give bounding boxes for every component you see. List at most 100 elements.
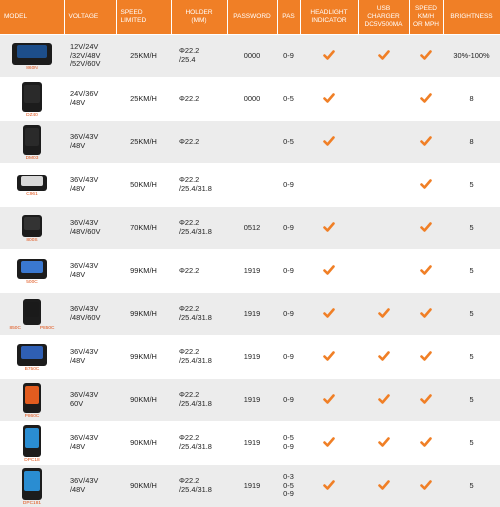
speed-limited-cell: 90KM/H (116, 465, 171, 507)
table-row: B750C36V/43V /48V99KM/HΦ22.2 /25.4/31.81… (0, 336, 500, 379)
password-cell: 1919 (227, 336, 277, 379)
display-screen (21, 261, 44, 273)
checkmark-icon (420, 178, 432, 190)
holder-cell: Φ22.2 /25.4/31.8 (171, 379, 227, 422)
speed-unit-cell (409, 379, 443, 422)
model-labels: DZ40 (0, 112, 64, 119)
pas-cell: 0-9 (277, 336, 300, 379)
model-cell: B750C (0, 336, 64, 379)
model-labels: 860N (0, 65, 64, 72)
password-cell (227, 121, 277, 164)
display-icon (23, 125, 41, 155)
table-row: DPC18136V/43V /48V90KM/HΦ22.2 /25.4/31.8… (0, 465, 500, 507)
table-row: C96136V/43V /48V50KM/HΦ22.2 /25.4/31.80-… (0, 164, 500, 207)
header-voltage: VOLTAGE (64, 0, 116, 35)
headlight-cell (300, 78, 358, 121)
display-screen (24, 217, 39, 230)
display-icon (12, 43, 52, 65)
display-icon (17, 175, 47, 191)
model-labels: C961 (0, 191, 64, 198)
display-screen (25, 386, 39, 404)
checkmark-icon (323, 264, 335, 276)
password-cell: 1919 (227, 250, 277, 293)
header-headlight: HEADLIGHT INDICATOR (300, 0, 358, 35)
checkmark-icon (323, 49, 335, 61)
holder-cell: Φ22.2 (171, 121, 227, 164)
brightness-cell: 8 (443, 78, 500, 121)
speed-limited-cell: 25KM/H (116, 121, 171, 164)
pas-cell: 0-5 0-9 (277, 422, 300, 465)
usb-charger-cell (358, 293, 409, 336)
usb-charger-cell (358, 164, 409, 207)
brightness-cell: 5 (443, 465, 500, 507)
password-cell: 1919 (227, 293, 277, 336)
pas-cell: 0-9 (277, 207, 300, 250)
display-screen (25, 302, 39, 318)
speed-unit-cell (409, 293, 443, 336)
display-icon (22, 215, 42, 237)
pas-cell: 0-9 (277, 293, 300, 336)
header-password: PASSWORD (227, 0, 277, 35)
headlight-cell (300, 336, 358, 379)
checkmark-icon (420, 49, 432, 61)
checkmark-icon (420, 479, 432, 491)
password-cell: 0000 (227, 78, 277, 121)
speed-unit-cell (409, 35, 443, 78)
pas-cell: 0-9 (277, 250, 300, 293)
voltage-cell: 36V/43V /48V (64, 250, 116, 293)
headlight-cell (300, 164, 358, 207)
model-labels: 850CP850C (0, 325, 64, 332)
display-screen (25, 428, 39, 447)
pas-cell: 0-5 (277, 78, 300, 121)
usb-charger-cell (358, 336, 409, 379)
brightness-cell: 8 (443, 121, 500, 164)
checkmark-icon (323, 307, 335, 319)
model-cell: DZ40 (0, 78, 64, 121)
voltage-cell: 36V/43V /48V (64, 336, 116, 379)
brightness-cell: 5 (443, 207, 500, 250)
header-holder: HOLDER (MM) (171, 0, 227, 35)
usb-charger-cell (358, 465, 409, 507)
spec-table: MODEL VOLTAGE SPEED LIMITED HOLDER (MM) … (0, 0, 500, 507)
password-cell: 0512 (227, 207, 277, 250)
checkmark-icon (420, 436, 432, 448)
usb-charger-cell (358, 207, 409, 250)
holder-cell: Φ22.2 (171, 78, 227, 121)
password-cell: 1919 (227, 465, 277, 507)
checkmark-icon (378, 49, 390, 61)
speed-unit-cell (409, 78, 443, 121)
voltage-cell: 36V/43V /48V (64, 465, 116, 507)
holder-cell: Φ22.2 (171, 250, 227, 293)
brightness-cell: 5 (443, 250, 500, 293)
model-cell: 500C (0, 250, 64, 293)
display-icon (23, 299, 41, 325)
speed-limited-cell: 25KM/H (116, 78, 171, 121)
usb-charger-cell (358, 121, 409, 164)
speed-unit-cell (409, 250, 443, 293)
voltage-cell: 36V/43V 60V (64, 379, 116, 422)
model-cell: 800S (0, 207, 64, 250)
model-cell: 860N (0, 35, 64, 78)
speed-limited-cell: 25KM/H (116, 35, 171, 78)
checkmark-icon (420, 393, 432, 405)
headlight-cell (300, 293, 358, 336)
model-name: 860N (26, 66, 37, 72)
holder-cell: Φ22.2 /25.4/31.8 (171, 422, 227, 465)
checkmark-icon (378, 307, 390, 319)
display-icon (23, 425, 41, 457)
usb-charger-cell (358, 379, 409, 422)
checkmark-icon (378, 393, 390, 405)
password-cell (227, 164, 277, 207)
checkmark-icon (420, 92, 432, 104)
model-labels: B750C (0, 366, 64, 373)
model-labels: DM03 (0, 155, 64, 162)
model-name: DPC181 (23, 501, 41, 507)
pas-cell: 0-3 0-5 0-9 (277, 465, 300, 507)
model-name: DPC18 (24, 458, 39, 464)
model-cell: DPC18 (0, 422, 64, 465)
checkmark-icon (323, 92, 335, 104)
table-row: 850CP850C36V/43V /48V/60V99KM/HΦ22.2 /25… (0, 293, 500, 336)
brightness-cell: 5 (443, 164, 500, 207)
model-labels: P860C (0, 413, 64, 420)
voltage-cell: 36V/43V /48V/60V (64, 293, 116, 336)
